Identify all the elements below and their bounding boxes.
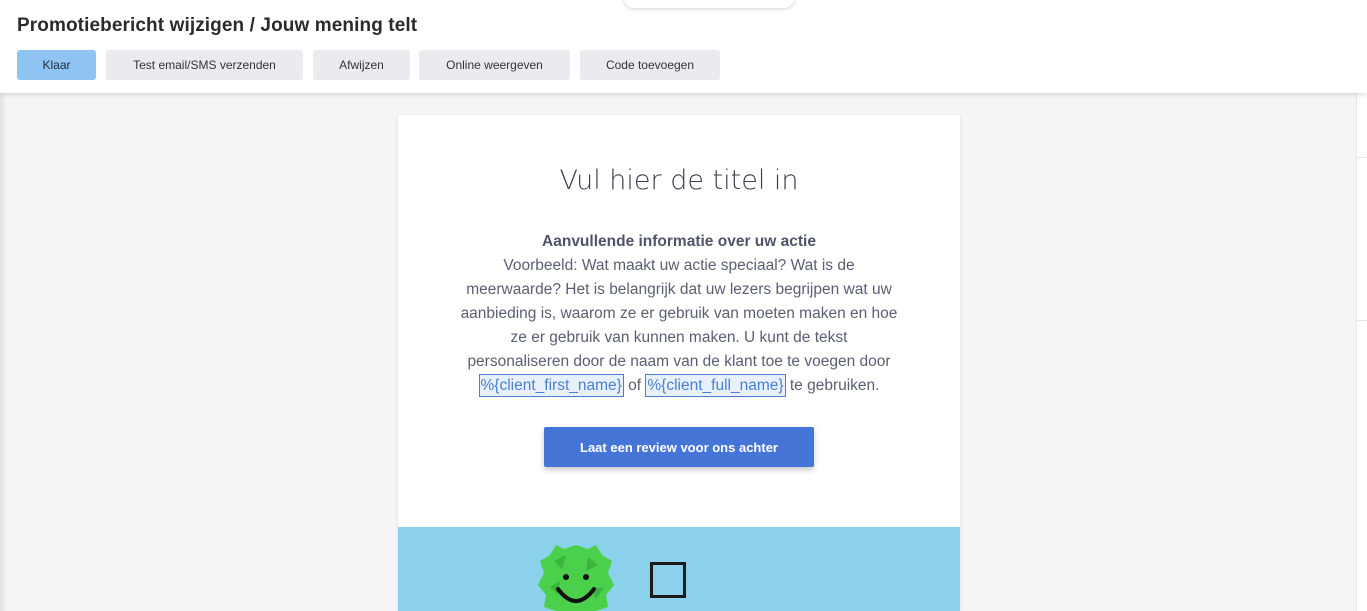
rail-divider [1357, 157, 1367, 158]
var-client-first-name[interactable]: %{client_first_name} [478, 374, 624, 397]
rail-divider [1357, 320, 1367, 321]
view-online-button[interactable]: Online weergeven [419, 50, 570, 80]
left-panel-edge [0, 93, 7, 611]
top-toolbar: Promotiebericht wijzigen / Jouw mening t… [0, 0, 1367, 93]
page-title: Promotiebericht wijzigen / Jouw mening t… [17, 15, 418, 36]
smiley-face-icon [538, 545, 614, 611]
email-body: Voorbeeld: Wat maakt uw actie speciaal? … [460, 257, 898, 370]
add-code-button[interactable]: Code toevoegen [580, 50, 720, 80]
email-headline[interactable]: Vul hier de titel in [398, 165, 960, 196]
email-body-text[interactable]: Aanvullende informatie over uw actie Voo… [458, 230, 900, 398]
test-send-button[interactable]: Test email/SMS verzenden [106, 50, 303, 80]
email-hero-image[interactable] [398, 527, 960, 611]
email-body-tail: te gebruiken. [789, 377, 880, 394]
reject-button[interactable]: Afwijzen [313, 50, 410, 80]
right-side-panel[interactable] [1356, 93, 1367, 611]
empty-checkbox-icon [650, 562, 686, 598]
review-cta-button[interactable]: Laat een review voor ons achter [544, 427, 814, 467]
done-button[interactable]: Klaar [17, 50, 96, 80]
connector-text: of [628, 377, 642, 394]
var-client-full-name[interactable]: %{client_full_name} [645, 374, 786, 397]
toast-notification [624, 0, 794, 8]
email-preview-card: Vul hier de titel in Aanvullende informa… [398, 115, 960, 611]
email-lead: Aanvullende informatie over uw actie [542, 233, 816, 250]
